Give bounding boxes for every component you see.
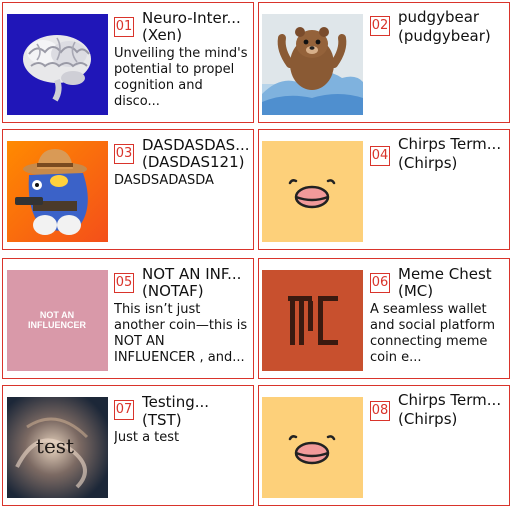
svg-text:test: test [36, 434, 74, 458]
token-card[interactable]: 06 Meme Chest (MC) A seamless wallet and… [258, 258, 510, 379]
chick-face-image [262, 397, 363, 498]
token-name: NOT AN INF... [142, 266, 242, 283]
token-card[interactable]: 01 Neuro-Inter... (Xen) Unveiling the mi… [2, 2, 254, 123]
rank-badge: 02 [370, 16, 390, 36]
token-description: Unveiling the mind's potential to propel… [114, 46, 248, 109]
token-grid: 01 Neuro-Inter... (Xen) Unveiling the mi… [0, 0, 512, 512]
token-description: This isn’t just another coin—this is NOT… [114, 302, 248, 365]
rank-badge: 03 [114, 144, 134, 164]
token-description: Just a test [114, 430, 180, 445]
token-name: Neuro-Inter... [142, 10, 241, 27]
token-card[interactable]: 03 DASDASDAS... (DASDAS121) DASDSADASDA [2, 129, 254, 250]
token-card[interactable]: 04 Chirps Term... (Chirps) [258, 129, 510, 250]
token-name: Meme Chest [398, 266, 492, 283]
token-description: DASDSADASDA [114, 173, 214, 188]
rank-badge: 06 [370, 273, 390, 293]
token-ticker: (TST) [142, 411, 182, 429]
token-ticker: (pudgybear) [398, 27, 491, 45]
cowboy-creature-image [7, 141, 108, 242]
test-smoke-image: test [7, 397, 108, 498]
rank-badge: 07 [114, 400, 134, 420]
token-name: pudgybear [398, 9, 480, 26]
token-name: Chirps Term... [398, 392, 502, 409]
rank-badge: 08 [370, 401, 390, 421]
svg-text:INFLUENCER: INFLUENCER [28, 320, 86, 330]
token-ticker: (DASDAS121) [142, 153, 245, 171]
token-card[interactable]: 02 pudgybear (pudgybear) [258, 2, 510, 123]
token-ticker: (Xen) [142, 26, 183, 44]
rank-badge: 05 [114, 273, 134, 293]
token-card[interactable]: NOT AN INFLUENCER 05 NOT AN INF... (NOTA… [2, 258, 254, 379]
token-name: DASDASDAS... [142, 137, 250, 154]
token-card[interactable]: test 07 Testing... (TST) Just a test [2, 385, 254, 506]
rank-badge: 04 [370, 146, 390, 166]
token-ticker: (Chirps) [398, 154, 458, 172]
token-ticker: (Chirps) [398, 410, 458, 428]
mc-logo-image [262, 270, 363, 371]
token-ticker: (NOTAF) [142, 282, 204, 300]
token-name: Testing... [142, 394, 210, 411]
token-description: A seamless wallet and social platform co… [370, 302, 496, 365]
svg-text:NOT AN: NOT AN [40, 310, 74, 320]
rank-badge: 01 [114, 17, 134, 37]
token-name: Chirps Term... [398, 136, 502, 153]
chick-face-image [262, 141, 363, 242]
token-card[interactable]: 08 Chirps Term... (Chirps) [258, 385, 510, 506]
bear-image [262, 14, 363, 115]
token-ticker: (MC) [398, 282, 434, 300]
brain-image [7, 14, 108, 115]
not-an-influencer-image: NOT AN INFLUENCER [7, 270, 108, 371]
